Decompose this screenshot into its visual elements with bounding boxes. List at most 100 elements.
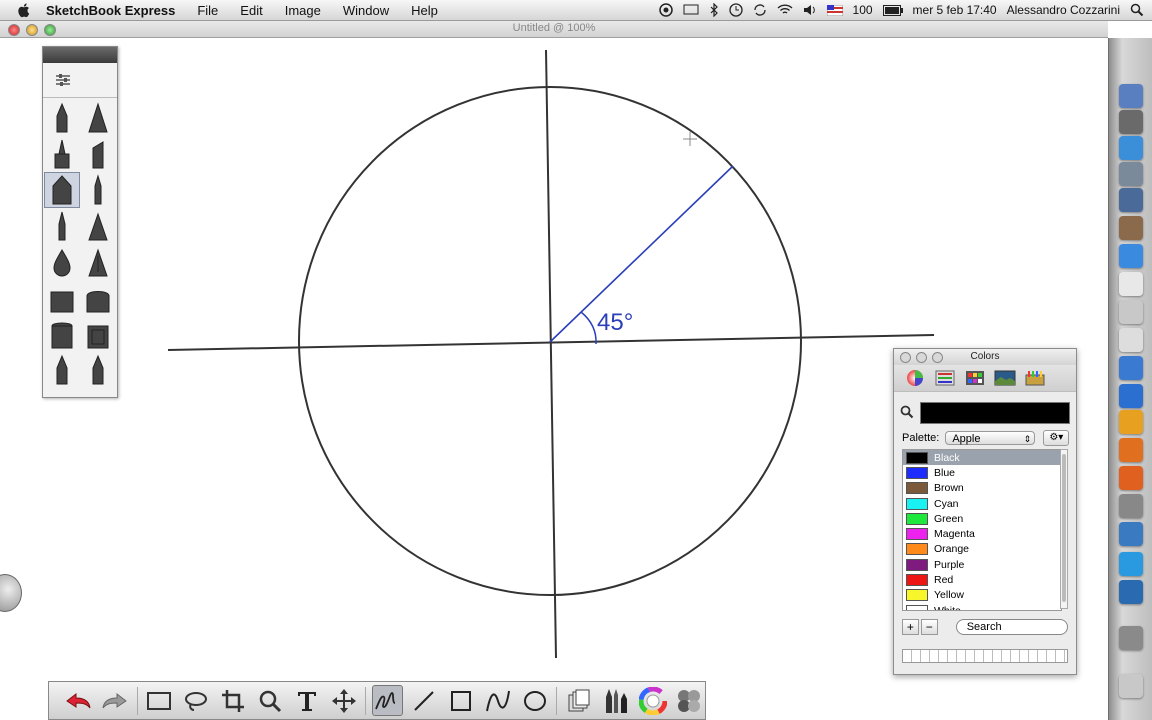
finder-icon[interactable] [1119,84,1143,108]
menu-file[interactable]: File [197,3,218,18]
ical-icon[interactable] [1119,272,1143,296]
color-list-item[interactable]: Yellow [903,588,1061,603]
brush-fill-bucket[interactable] [80,316,116,352]
user-menu[interactable]: Alessandro Cozzarini [1007,3,1120,17]
trash-icon[interactable] [1119,674,1143,698]
menu-edit[interactable]: Edit [240,3,262,18]
color-list[interactable]: Black Blue Brown Cyan Green Magenta Orange Purp… [902,449,1062,611]
color-wheel-mode-icon[interactable] [904,369,926,387]
color-list-item[interactable]: White [903,603,1061,610]
clock[interactable]: mer 5 feb 17:40 [913,3,997,17]
photo-icon[interactable] [1119,188,1143,212]
color-list-item[interactable]: Red [903,572,1061,587]
color-list-item[interactable]: Purple [903,557,1061,572]
add-color-button[interactable]: + [902,619,919,635]
color-swatch-strip[interactable] [902,649,1068,663]
system-prefs-icon[interactable] [1119,494,1143,518]
firefox-icon[interactable] [1119,466,1143,490]
sync-icon[interactable] [753,3,767,17]
remove-color-button[interactable]: − [920,619,938,635]
brush-triangle-brush[interactable] [80,208,116,244]
text-button[interactable] [291,685,322,716]
address-book-icon[interactable] [1119,216,1143,240]
color-wheel-button[interactable] [637,685,668,716]
mail-icon[interactable] [1119,162,1143,186]
brush-ink-pen[interactable] [80,100,116,136]
swatches-button[interactable] [674,685,705,716]
color-list-item[interactable]: Brown [903,481,1061,496]
brush-eraser-soft[interactable] [80,280,116,316]
record-icon[interactable] [658,3,673,17]
volume-icon[interactable] [803,4,817,16]
brush-eraser-hard[interactable] [44,280,80,316]
brush-airbrush[interactable] [44,172,80,208]
flag-icon[interactable] [826,4,843,16]
color-sliders-mode-icon[interactable] [934,369,956,387]
crayons-mode-icon[interactable] [1024,369,1046,387]
move-button[interactable] [328,685,359,716]
brush-brush-pen[interactable] [44,352,80,388]
image-palettes-mode-icon[interactable] [994,369,1016,387]
dashboard-icon[interactable] [1119,110,1143,134]
menu-help[interactable]: Help [411,3,438,18]
current-color-swatch[interactable] [920,402,1070,424]
rectangle-button[interactable] [446,685,477,716]
itunes-icon[interactable] [1119,356,1143,380]
brush-pencil[interactable] [44,100,80,136]
apple-icon[interactable] [16,2,32,18]
brushes-button[interactable] [600,685,631,716]
iphoto-icon[interactable] [1119,522,1143,546]
ellipse-button[interactable] [520,685,551,716]
safari-icon[interactable] [1119,136,1143,160]
preview-icon[interactable] [1119,300,1143,324]
brush-felt-pen[interactable] [44,208,80,244]
curve-button[interactable] [483,685,514,716]
quicktime-icon[interactable] [1119,580,1143,604]
brush-properties-button[interactable] [43,63,117,98]
pencil-tool-button[interactable] [372,685,403,716]
palette-select[interactable]: Apple ⇕ [945,431,1036,445]
color-list-item[interactable]: Blue [903,465,1061,480]
pages-icon[interactable] [1119,438,1143,462]
layers-button[interactable] [563,685,594,716]
color-list-item[interactable]: Magenta [903,526,1061,541]
color-list-item[interactable]: Green [903,511,1061,526]
brush-marker[interactable] [44,136,80,172]
brush-paint-bucket[interactable] [44,316,80,352]
lasso-select-button[interactable] [181,685,212,716]
itunes-icon-2[interactable] [1119,384,1143,408]
app-store-icon[interactable] [1119,244,1143,268]
brush-water-drop[interactable] [44,244,80,280]
display-icon[interactable] [683,4,699,16]
colors-panel-header[interactable]: Colors [894,349,1076,365]
brush-nib-pen[interactable] [80,352,116,388]
brush-chisel-marker[interactable] [80,136,116,172]
color-search-field[interactable]: Search [955,619,1068,635]
redo-button[interactable] [100,685,131,716]
wifi-icon[interactable] [777,4,793,16]
scrollbar-thumb[interactable] [1062,454,1066,602]
color-palettes-mode-icon[interactable] [964,369,986,387]
textedit-icon[interactable] [1119,328,1143,352]
brush-palette-header[interactable] [43,47,117,63]
app-name-menu[interactable]: SketchBook Express [46,3,175,18]
rectangle-select-button[interactable] [144,685,175,716]
palette-actions-button[interactable]: ⚙▾ [1043,430,1070,446]
color-list-item[interactable]: Black [903,450,1061,466]
brush-fine-pen[interactable] [80,172,116,208]
skype-icon[interactable] [1119,552,1143,576]
spotlight-icon[interactable] [1130,3,1144,17]
undo-button[interactable] [63,685,94,716]
garageband-icon[interactable] [1119,410,1143,434]
color-list-scrollbar[interactable] [1060,449,1068,609]
color-list-item[interactable]: Cyan [903,496,1061,511]
time-machine-icon[interactable] [728,3,743,17]
crop-button[interactable] [218,685,249,716]
line-button[interactable] [409,685,440,716]
downloads-icon[interactable] [1119,626,1143,650]
color-list-item[interactable]: Orange [903,542,1061,557]
magnifier-icon[interactable] [900,405,914,419]
menu-image[interactable]: Image [285,3,321,18]
bluetooth-icon[interactable] [709,3,719,17]
brush-smudge[interactable] [80,244,116,280]
